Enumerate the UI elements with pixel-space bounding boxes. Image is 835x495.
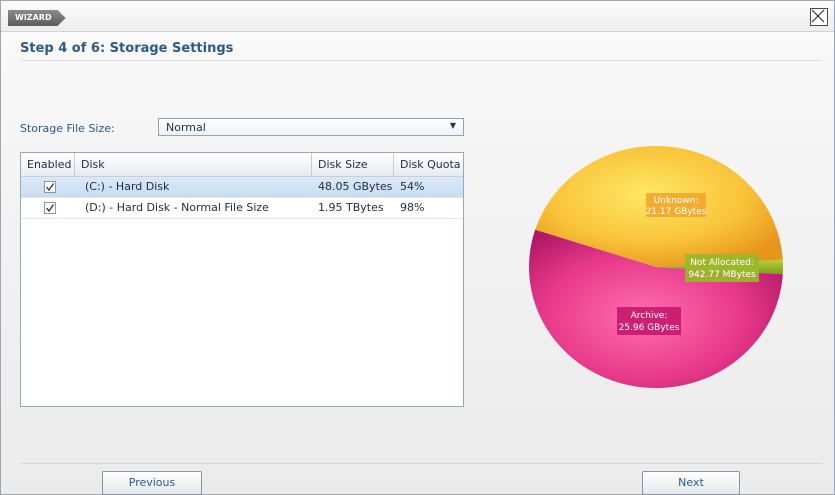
checkmark-icon [46, 183, 55, 192]
disk-table: Enabled Disk Disk Size Disk Quota (C:) -… [20, 152, 464, 407]
archive-label: Archive: [631, 311, 668, 321]
storage-file-size-value: Normal [166, 121, 206, 134]
disk-name: (D:) - Hard Disk - Normal File Size [85, 201, 269, 214]
slice-label-unknown: Unknown: 21.17 GBytes [646, 193, 707, 217]
wizard-window: WIZARD Step 4 of 6: Storage Settings Sto… [0, 0, 835, 495]
footer-divider [20, 463, 822, 464]
close-icon [811, 9, 825, 23]
disk-name: (C:) - Hard Disk [85, 180, 170, 193]
title-divider [20, 60, 822, 61]
not-allocated-label: Not Allocated: [690, 258, 754, 268]
storage-pie-chart: Unknown: 21.17 GBytes Not Allocated: 942… [529, 146, 783, 389]
storage-file-size-label: Storage File Size: [20, 122, 115, 135]
archive-value: 25.96 GBytes [619, 323, 680, 333]
disk-size: 48.05 GBytes [318, 180, 393, 193]
enabled-checkbox[interactable] [44, 181, 56, 193]
table-row[interactable]: (D:) - Hard Disk - Normal File Size 1.95… [21, 197, 463, 219]
slice-label-not-allocated: Not Allocated: 942.77 MBytes [685, 254, 759, 282]
slice-label-archive: Archive: 25.96 GBytes [617, 307, 681, 335]
column-disk[interactable]: Disk [75, 153, 312, 176]
previous-button[interactable]: Previous [102, 471, 202, 495]
table-row[interactable]: (C:) - Hard Disk 48.05 GBytes 54% [21, 177, 463, 197]
column-disk-size[interactable]: Disk Size [312, 153, 394, 176]
column-disk-quota[interactable]: Disk Quota [394, 153, 463, 176]
disk-quota: 54% [400, 180, 425, 193]
column-enabled[interactable]: Enabled [21, 153, 75, 176]
disk-size: 1.95 TBytes [318, 201, 384, 214]
title-bar: WIZARD [1, 1, 834, 32]
wizard-tag: WIZARD [8, 10, 66, 26]
table-header: Enabled Disk Disk Size Disk Quota [21, 153, 463, 177]
checkmark-icon [46, 204, 55, 213]
unknown-label: Unknown: [654, 196, 699, 206]
disk-quota: 98% [400, 201, 425, 214]
dropdown-arrow-icon: ▼ [449, 121, 456, 130]
next-button[interactable]: Next [642, 471, 740, 495]
unknown-value: 21.17 GBytes [646, 207, 707, 217]
not-allocated-value: 942.77 MBytes [688, 270, 756, 280]
enabled-checkbox[interactable] [44, 202, 56, 214]
page-title: Step 4 of 6: Storage Settings [20, 41, 234, 56]
storage-file-size-select[interactable]: Normal ▼ [158, 118, 464, 136]
close-button[interactable] [810, 8, 828, 26]
